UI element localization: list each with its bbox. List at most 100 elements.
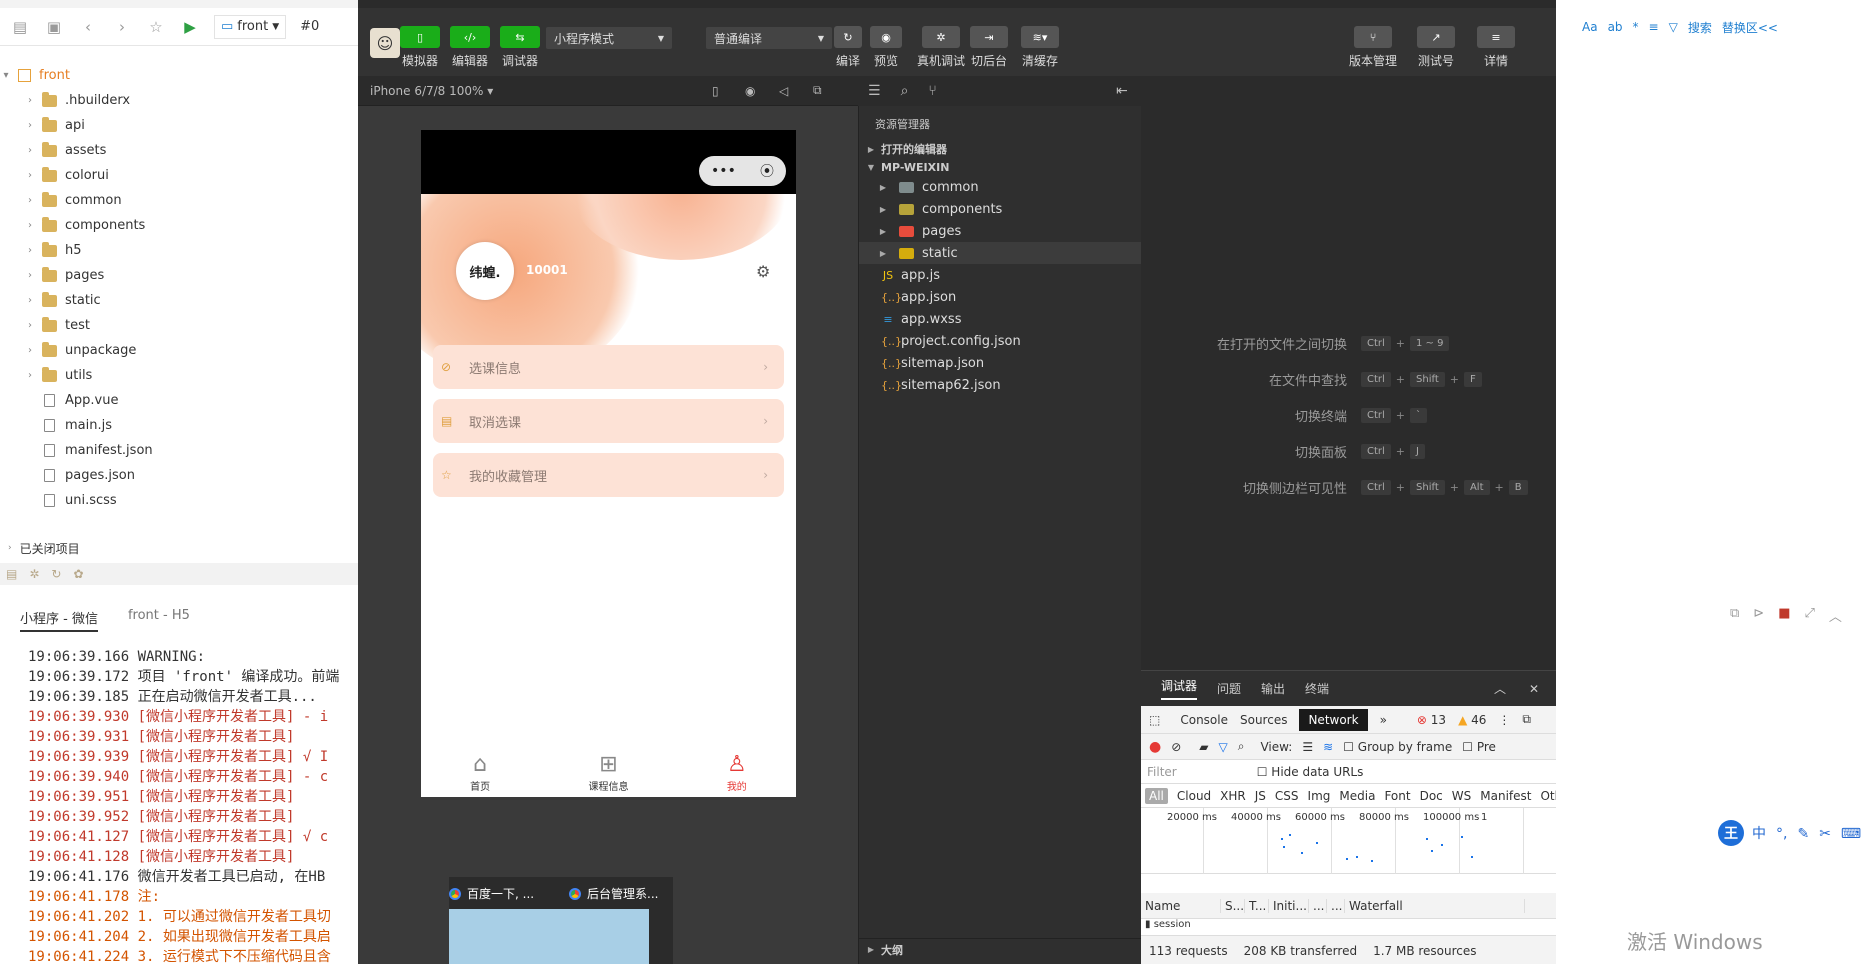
column-header[interactable]: S...	[1221, 898, 1245, 913]
chevron-up-icon[interactable]: ︿	[1829, 606, 1842, 630]
search-button[interactable]: 搜索	[1688, 19, 1712, 36]
group-by-frame-checkbox[interactable]: ☐ Group by frame	[1343, 740, 1452, 754]
popout-icon[interactable]: ⧉	[813, 83, 822, 98]
stop-icon[interactable]: ■	[1778, 606, 1790, 630]
filter-icon[interactable]: ▽	[1669, 20, 1678, 34]
menu-favorites[interactable]: ☆ 我的收藏管理 ›	[433, 453, 784, 497]
tab-mine[interactable]: ♙ 我的	[727, 752, 747, 793]
test-id-button[interactable]: ↗ 测试号	[1417, 26, 1455, 69]
path-field[interactable]: #0	[300, 19, 319, 34]
tree-item[interactable]: › test	[0, 313, 358, 338]
tab-console[interactable]: Console	[1180, 713, 1228, 727]
preview-button[interactable]: ◉ 预览	[870, 26, 902, 69]
whole-word-icon[interactable]: ab	[1608, 20, 1623, 34]
tree-item[interactable]: App.vue	[0, 388, 358, 413]
avatar[interactable]: ☺	[370, 28, 400, 58]
type-filter[interactable]: WS	[1452, 789, 1471, 803]
tree-item[interactable]: › api	[0, 113, 358, 138]
window-thumbnail[interactable]	[449, 909, 649, 964]
explorer-folder[interactable]: ▶ components	[859, 198, 1142, 220]
tab-courses[interactable]: ⊞ 课程信息	[588, 752, 628, 793]
record-icon[interactable]: ◉	[745, 84, 755, 98]
explorer-file[interactable]: {..} project.config.json	[859, 330, 1142, 352]
branch-icon[interactable]: ⑂	[928, 83, 936, 99]
explorer-file[interactable]: {..} app.json	[859, 286, 1142, 308]
search-icon[interactable]: ⌕	[1238, 739, 1245, 754]
debugger-button[interactable]: ⇆ 调试器	[500, 26, 540, 69]
column-header[interactable]: ...	[1309, 898, 1327, 913]
simulator-button[interactable]: ▯ 模拟器	[400, 26, 440, 69]
background-button[interactable]: ⇥ 切后台	[970, 26, 1008, 69]
outline-section[interactable]: ▶ 大纲	[859, 938, 1142, 960]
tab-network[interactable]: Network	[1299, 708, 1368, 731]
tab-wechat-console[interactable]: 小程序 - 微信	[20, 608, 98, 632]
type-filter[interactable]: Other	[1540, 789, 1556, 803]
explorer-file[interactable]: {..} sitemap62.json	[859, 374, 1142, 396]
explorer-folder[interactable]: ▶ common	[859, 176, 1142, 198]
camera-icon[interactable]: ▰	[1199, 740, 1208, 754]
palette-icon[interactable]: ✿	[73, 567, 83, 581]
user-avatar[interactable]: 纬蝗.	[456, 242, 514, 300]
refresh-icon[interactable]: ↻	[51, 567, 61, 581]
tree-item[interactable]: › h5	[0, 238, 358, 263]
editor-button[interactable]: ‹/› 编辑器	[450, 26, 490, 69]
more-icon[interactable]: ⋮	[1498, 713, 1510, 727]
tab-debugger[interactable]: 调试器	[1161, 677, 1198, 700]
clear-cache-button[interactable]: ≋▾ 清缓存	[1021, 26, 1059, 69]
search-icon[interactable]: ⌕	[901, 83, 909, 99]
real-debug-button[interactable]: ✲ 真机调试	[917, 26, 965, 69]
browser-tab-baidu[interactable]: 百度一下, ...	[449, 885, 534, 902]
filter-icon[interactable]: ▽	[1219, 740, 1228, 754]
run-icon[interactable]: ▶	[180, 17, 200, 37]
details-button[interactable]: ≡ 详情	[1477, 26, 1515, 69]
clear-icon[interactable]: ⊘	[1171, 740, 1181, 754]
close-icon[interactable]: ✕	[1529, 682, 1539, 696]
more-icon[interactable]: •••	[711, 163, 736, 179]
closed-projects[interactable]: › 已关闭项目	[0, 537, 358, 559]
list-view-icon[interactable]: ☰	[1302, 740, 1313, 754]
explorer-folder[interactable]: ▶ pages	[859, 220, 1142, 242]
tree-item[interactable]: › static	[0, 288, 358, 313]
project-section[interactable]: ▼ MP-WEIXIN	[859, 156, 1142, 178]
tree-item[interactable]: manifest.json	[0, 438, 358, 463]
tree-item[interactable]: uni.scss	[0, 488, 358, 513]
type-filter[interactable]: All	[1145, 787, 1168, 804]
waterfall-icon[interactable]: ≋	[1323, 740, 1333, 754]
project-selector[interactable]: ▭ front ▼	[214, 14, 287, 39]
play-icon[interactable]: ⊳	[1753, 606, 1764, 630]
more-tabs-icon[interactable]: »	[1380, 713, 1387, 727]
tree-item[interactable]: › .hbuilderx	[0, 88, 358, 113]
preserve-checkbox[interactable]: ☐ Pre	[1462, 740, 1496, 754]
regex-icon[interactable]: *	[1633, 20, 1639, 34]
tree-item[interactable]: › unpackage	[0, 338, 358, 363]
type-filter[interactable]: Cloud	[1177, 789, 1211, 803]
tab-terminal[interactable]: 终端	[1305, 680, 1329, 697]
tree-item[interactable]: › components	[0, 213, 358, 238]
bug-icon[interactable]: ✲	[29, 567, 39, 581]
tree-item[interactable]: › colorui	[0, 163, 358, 188]
chevron-up-icon[interactable]: ︿	[1494, 680, 1506, 697]
gear-icon[interactable]: ⚙	[756, 262, 770, 281]
tab-h5-console[interactable]: front - H5	[128, 608, 190, 632]
explorer-file[interactable]: {..} sitemap.json	[859, 352, 1142, 374]
tab-output[interactable]: 输出	[1261, 680, 1285, 697]
record-icon[interactable]: ●	[1149, 739, 1161, 755]
star-icon[interactable]: ☆	[146, 17, 166, 37]
keyboard-icon[interactable]: ⌨	[1841, 826, 1861, 842]
menu-course-info[interactable]: ⊘ 选课信息 ›	[433, 345, 784, 389]
device-select[interactable]: iPhone 6/7/8 100% ▾	[370, 84, 493, 98]
tab-sources[interactable]: Sources	[1240, 713, 1287, 727]
column-header[interactable]: Waterfall	[1345, 898, 1525, 913]
dock-icon[interactable]: ⧉	[1522, 712, 1531, 727]
type-filter[interactable]: Media	[1339, 789, 1375, 803]
column-header[interactable]: T...	[1245, 898, 1269, 913]
compile-select[interactable]: 普通编译 ▼	[706, 27, 832, 49]
menu-cancel-course[interactable]: ▤ 取消选课 ›	[433, 399, 784, 443]
tree-item[interactable]: › common	[0, 188, 358, 213]
inspect-icon[interactable]: ⬚	[1149, 713, 1160, 727]
sound-icon[interactable]: ◁	[779, 84, 788, 98]
column-header[interactable]: Initi...	[1269, 898, 1309, 913]
tree-item[interactable]: pages.json	[0, 463, 358, 488]
tab-problems[interactable]: 问题	[1217, 680, 1241, 697]
tree-item[interactable]: › pages	[0, 263, 358, 288]
